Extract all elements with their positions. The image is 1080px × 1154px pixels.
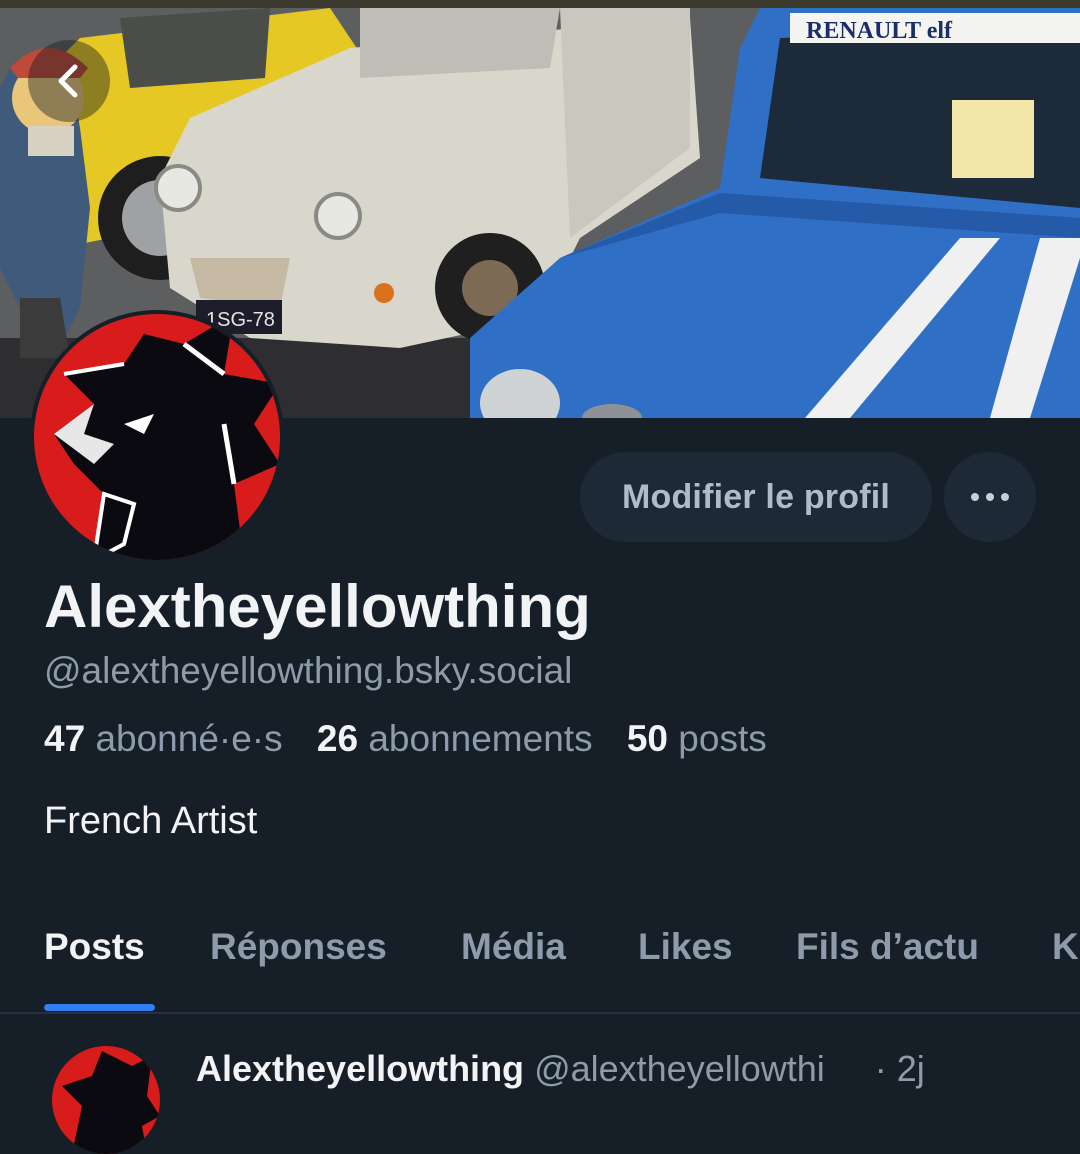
posts-stat: 50 posts — [627, 718, 767, 759]
following-label: abonnements — [368, 718, 593, 759]
post-header: Alextheyellowthing @alextheyellowthi · 2… — [196, 1048, 925, 1090]
tabs-divider — [0, 1012, 1080, 1014]
back-button[interactable] — [28, 40, 110, 122]
profile-avatar[interactable] — [30, 310, 284, 564]
profile-handle: @alextheyellowthing.bsky.social — [44, 650, 573, 691]
posts-label: posts — [678, 718, 767, 759]
banner-brand-text: RENAULT elf — [806, 18, 953, 44]
post-author-handle: @alextheyellowthi — [534, 1048, 825, 1089]
tab-feeds[interactable]: Fils d’actu — [796, 926, 979, 968]
tab-replies[interactable]: Réponses — [210, 926, 387, 968]
post-author-avatar[interactable] — [52, 1046, 160, 1154]
posts-count: 50 — [626, 718, 669, 759]
post-author-name[interactable]: Alextheyellowthing — [196, 1048, 524, 1089]
active-tab-indicator — [44, 1004, 155, 1011]
tab-posts[interactable]: Posts — [44, 926, 145, 968]
followers-stat[interactable]: 47 abonné·e·s — [44, 718, 283, 759]
post-timestamp: · 2j — [874, 1048, 925, 1089]
following-count: 26 — [316, 718, 359, 759]
ellipsis-icon — [971, 493, 1009, 501]
more-options-button[interactable] — [944, 452, 1036, 542]
tab-likes[interactable]: Likes — [638, 926, 733, 968]
followers-count: 47 — [44, 718, 86, 759]
profile-stats: 47 abonné·e·s 26 abonnements 50 posts — [44, 718, 791, 760]
followers-label: abonné·e·s — [95, 718, 283, 759]
profile-bio: French Artist — [44, 800, 258, 842]
edit-profile-button[interactable]: Modifier le profil — [580, 452, 932, 542]
tab-overflow[interactable]: K — [1052, 926, 1079, 968]
profile-display-name: Alextheyellowthing — [44, 573, 591, 640]
status-strip — [0, 0, 1080, 8]
following-stat[interactable]: 26 abonnements — [317, 718, 593, 759]
chevron-left-icon — [58, 64, 78, 98]
tab-media[interactable]: Média — [461, 926, 566, 968]
